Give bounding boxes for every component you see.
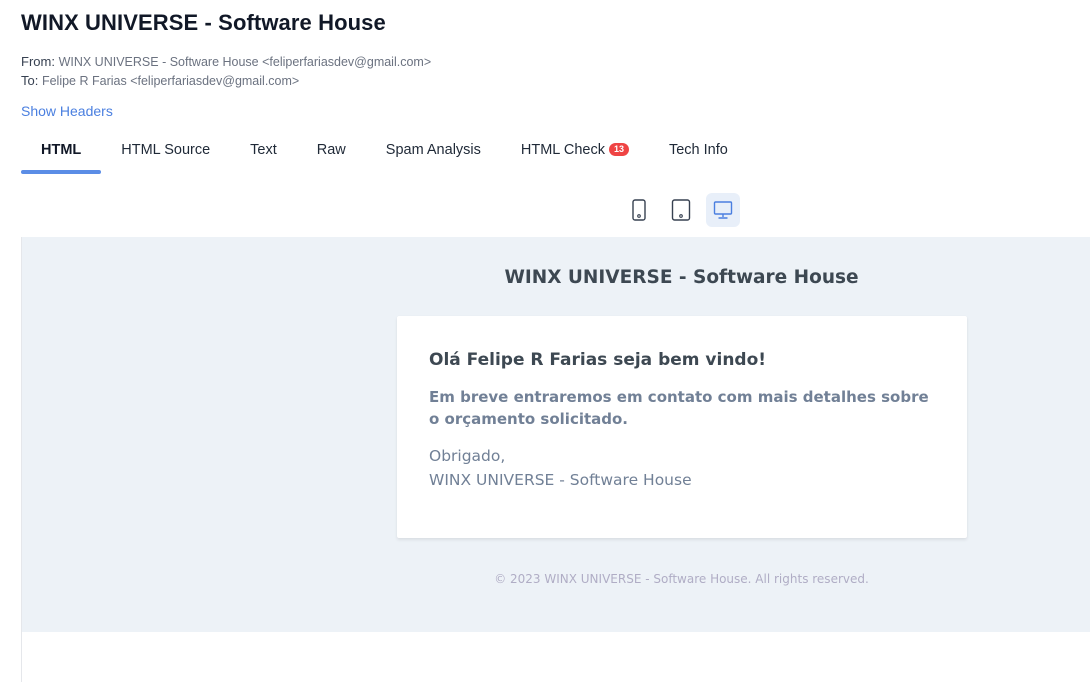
email-viewer: WINX UNIVERSE - Software House From: WIN… <box>0 0 1090 682</box>
tab-label: Spam Analysis <box>385 142 481 158</box>
tab-html-source[interactable]: HTML Source <box>101 129 230 173</box>
tab-label: HTML <box>41 142 82 158</box>
from-value: WINX UNIVERSE - Software House <feliperf… <box>58 55 432 69</box>
email-preview-pane: WINX UNIVERSE - Software House Olá Felip… <box>21 237 1090 682</box>
device-preview-toggles <box>622 193 748 227</box>
to-label: To: <box>21 73 39 88</box>
view-tabs: HTML HTML Source Text Raw Spam Analysis … <box>21 129 748 175</box>
greeting-heading: Olá Felipe R Farias seja bem vindo! <box>429 350 767 370</box>
tab-label: Raw <box>316 142 346 158</box>
lead-message: Em breve entraremos em contato com mais … <box>429 388 929 428</box>
desktop-monitor-icon <box>713 201 733 219</box>
tab-label: HTML Check <box>520 142 605 158</box>
tab-html[interactable]: HTML <box>21 129 102 174</box>
tab-raw[interactable]: Raw <box>297 129 366 173</box>
tab-tech-info[interactable]: Tech Info <box>649 129 748 173</box>
tab-label: Text <box>250 142 277 158</box>
mobile-phone-icon <box>632 199 646 221</box>
from-label: From: <box>21 54 55 69</box>
tab-spam-analysis[interactable]: Spam Analysis <box>366 129 501 173</box>
tablet-icon <box>671 199 691 221</box>
html-check-count-badge: 13 <box>608 143 629 156</box>
closing-block: Obrigado, WINX UNIVERSE - Software House <box>429 444 692 492</box>
to-header: To: Felipe R Farias <feliperfariasdev@gm… <box>21 73 299 88</box>
tab-text[interactable]: Text <box>230 129 297 173</box>
desktop-view-button[interactable] <box>706 193 740 227</box>
email-body-background: WINX UNIVERSE - Software House Olá Felip… <box>22 237 1090 632</box>
email-content-card: Olá Felipe R Farias seja bem vindo! Em b… <box>397 316 967 538</box>
tab-html-check[interactable]: HTML Check 13 <box>501 129 649 173</box>
email-footer: © 2023 WINX UNIVERSE - Software House. A… <box>494 572 869 586</box>
closing-text: Obrigado, <box>429 447 506 465</box>
email-subject: WINX UNIVERSE - Software House <box>21 10 386 35</box>
show-headers-link[interactable]: Show Headers <box>21 103 113 119</box>
tab-label: HTML Source <box>121 142 211 158</box>
mobile-view-button[interactable] <box>622 193 656 227</box>
email-header-title: WINX UNIVERSE - Software House <box>504 267 859 288</box>
to-value: Felipe R Farias <feliperfariasdev@gmail.… <box>41 74 300 88</box>
tablet-view-button[interactable] <box>664 193 698 227</box>
signature-text: WINX UNIVERSE - Software House <box>429 471 692 489</box>
from-header: From: WINX UNIVERSE - Software House <fe… <box>21 54 431 69</box>
tab-label: Tech Info <box>668 142 728 158</box>
